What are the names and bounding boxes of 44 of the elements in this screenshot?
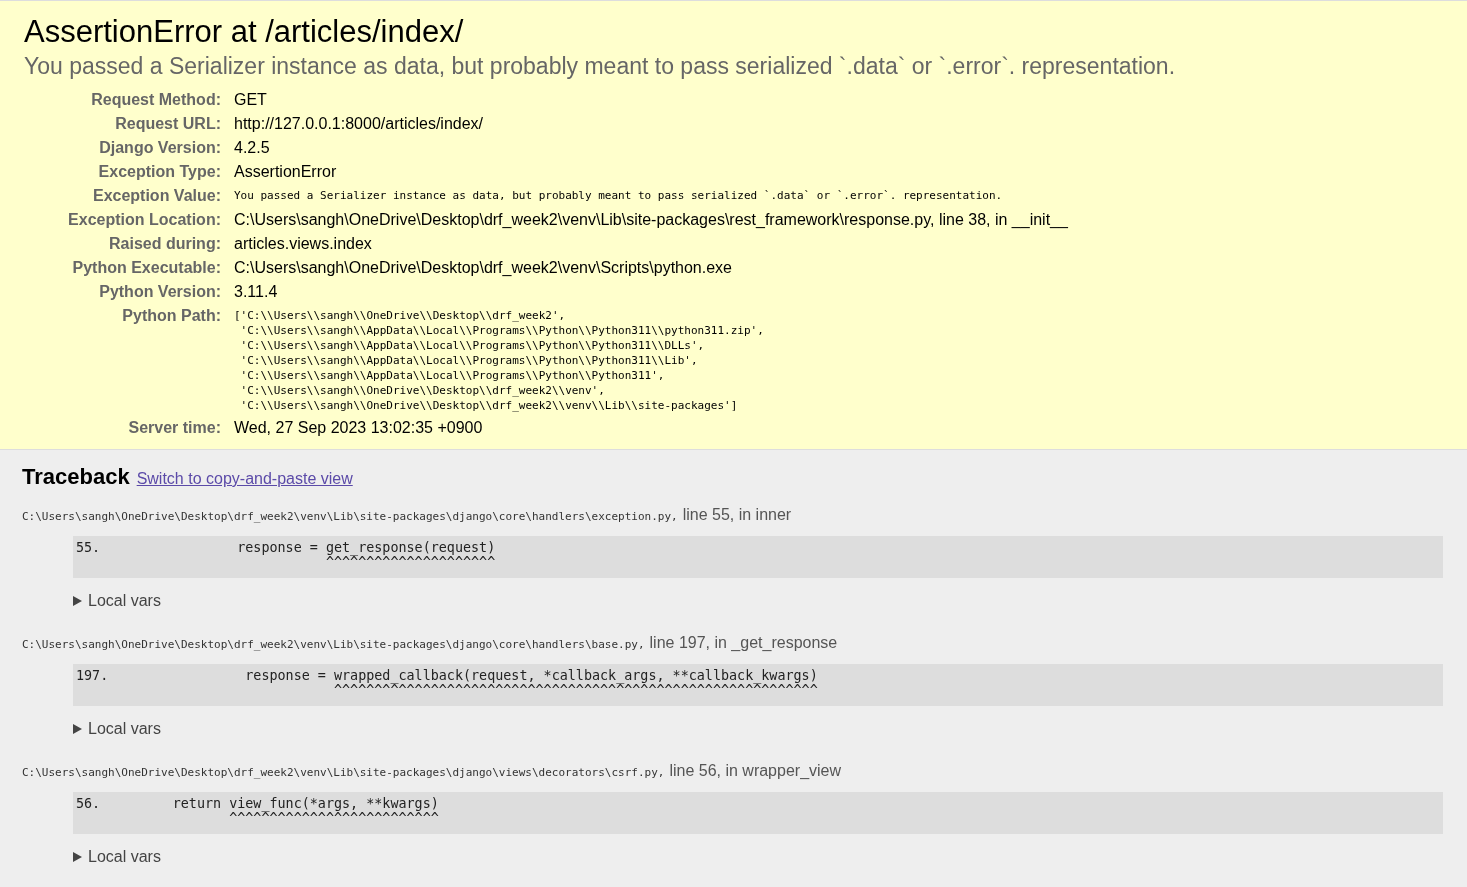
frame-file-path: C:\Users\sangh\OneDrive\Desktop\drf_week2\venv\Lib\site-packages\django\core\handlers\base.py,: [22, 638, 645, 651]
code-line: 197. response = wrapped_callback(request, *callback_args, **callback_kwargs): [76, 668, 819, 683]
meta-label: Exception Type:: [97, 162, 221, 181]
caret-line: ^^^^^^^^^^^^^^^^^^^^^^^^^^^^^^^^^^^^^^^^^^^^^^^^^^^^^^^^^^^^: [332, 683, 819, 698]
meta-value: ['C:\\Users\\sangh\\OneDrive\\Desktop\\drf_week2', 'C:\\Users\\sangh\\AppData\\Local\\Programs\\Python\\Python311\\python311.zip', 'C:\\Users\\sangh\\AppData\\Local\\Programs\\Python\\Python311\\DLLs', 'C:\\Users\\sangh\\AppData\\Local\\Programs\\Python\\Python311\\Lib', 'C:\\Users\\sangh\\AppData\\Local\\Programs\\Python\\Python311', 'C:\\Users\\sangh\\OneDrive\\Desktop\\drf_week2\\venv', 'C:\\Users\\sangh\\OneDrive\\Desktop\\drf_week2\\venv\\Lib\\site-packages']: [234, 308, 765, 413]
triangle-icon: [73, 852, 82, 862]
meta-label: Python Path:: [121, 306, 221, 326]
switch-view-link[interactable]: Switch to copy-and-paste view: [136, 470, 353, 488]
local-vars-toggle[interactable]: Local vars: [73, 720, 161, 738]
frame-location: line 55, in inner: [682, 506, 792, 524]
meta-label: Exception Location:: [67, 210, 221, 229]
meta-value: You passed a Serializer instance as data, but probably meant to pass serialized `.data` or `.error`. representation.: [234, 188, 1004, 204]
meta-value: 3.11.4: [234, 282, 279, 301]
error-message: You passed a Serializer instance as data, but probably meant to pass serialized `.data` or `.error`. representation.: [24, 53, 1177, 80]
frame-location: line 56, in wrapper_view: [669, 762, 842, 780]
local-vars-toggle[interactable]: Local vars: [73, 848, 161, 866]
meta-label: Python Executable:: [71, 258, 221, 277]
local-vars-toggle[interactable]: Local vars: [73, 592, 161, 610]
meta-label: Exception Value:: [91, 186, 221, 205]
frame-file-path: C:\Users\sangh\OneDrive\Desktop\drf_week2\venv\Lib\site-packages\django\views\decorators\csrf.py,: [22, 766, 665, 779]
traceback-title: Traceback: [22, 464, 130, 490]
triangle-icon: [73, 596, 82, 606]
frame-file-path: C:\Users\sangh\OneDrive\Desktop\drf_week2\venv\Lib\site-packages\django\core\handlers\exception.py,: [22, 510, 678, 523]
meta-label: Raised during:: [108, 234, 221, 253]
meta-value: articles.views.index: [234, 234, 373, 253]
meta-value: AssertionError: [234, 162, 338, 181]
meta-value: C:\Users\sangh\OneDrive\Desktop\drf_week2\venv\Lib\site-packages\rest_framework\response.py, line 38, in __init__: [234, 210, 1069, 229]
frame-location: line 197, in _get_response: [649, 634, 838, 652]
caret-line: ^^^^^^^^^^^^^^^^^^^^^^^^^^: [228, 811, 440, 826]
meta-label: Python Version:: [98, 282, 221, 301]
meta-label: Server time:: [127, 418, 221, 437]
meta-value: 4.2.5: [234, 138, 271, 157]
meta-value: http://127.0.0.1:8000/articles/index/: [234, 114, 485, 133]
error-title: AssertionError at /articles/index/: [24, 13, 465, 51]
code-line: 55. response = get_response(request): [76, 540, 497, 555]
triangle-icon: [73, 724, 82, 734]
meta-label: Request Method:: [90, 90, 221, 109]
meta-label: Django Version:: [98, 138, 221, 157]
code-line: 56. return view_func(*args, **kwargs): [76, 796, 440, 811]
meta-label: Request URL:: [114, 114, 221, 133]
meta-value: GET: [234, 90, 268, 109]
meta-value: C:\Users\sangh\OneDrive\Desktop\drf_week2\venv\Scripts\python.exe: [234, 258, 733, 277]
meta-value: Wed, 27 Sep 2023 13:02:35 +0900: [234, 418, 484, 437]
caret-line: ^^^^^^^^^^^^^^^^^^^^^: [324, 555, 497, 570]
